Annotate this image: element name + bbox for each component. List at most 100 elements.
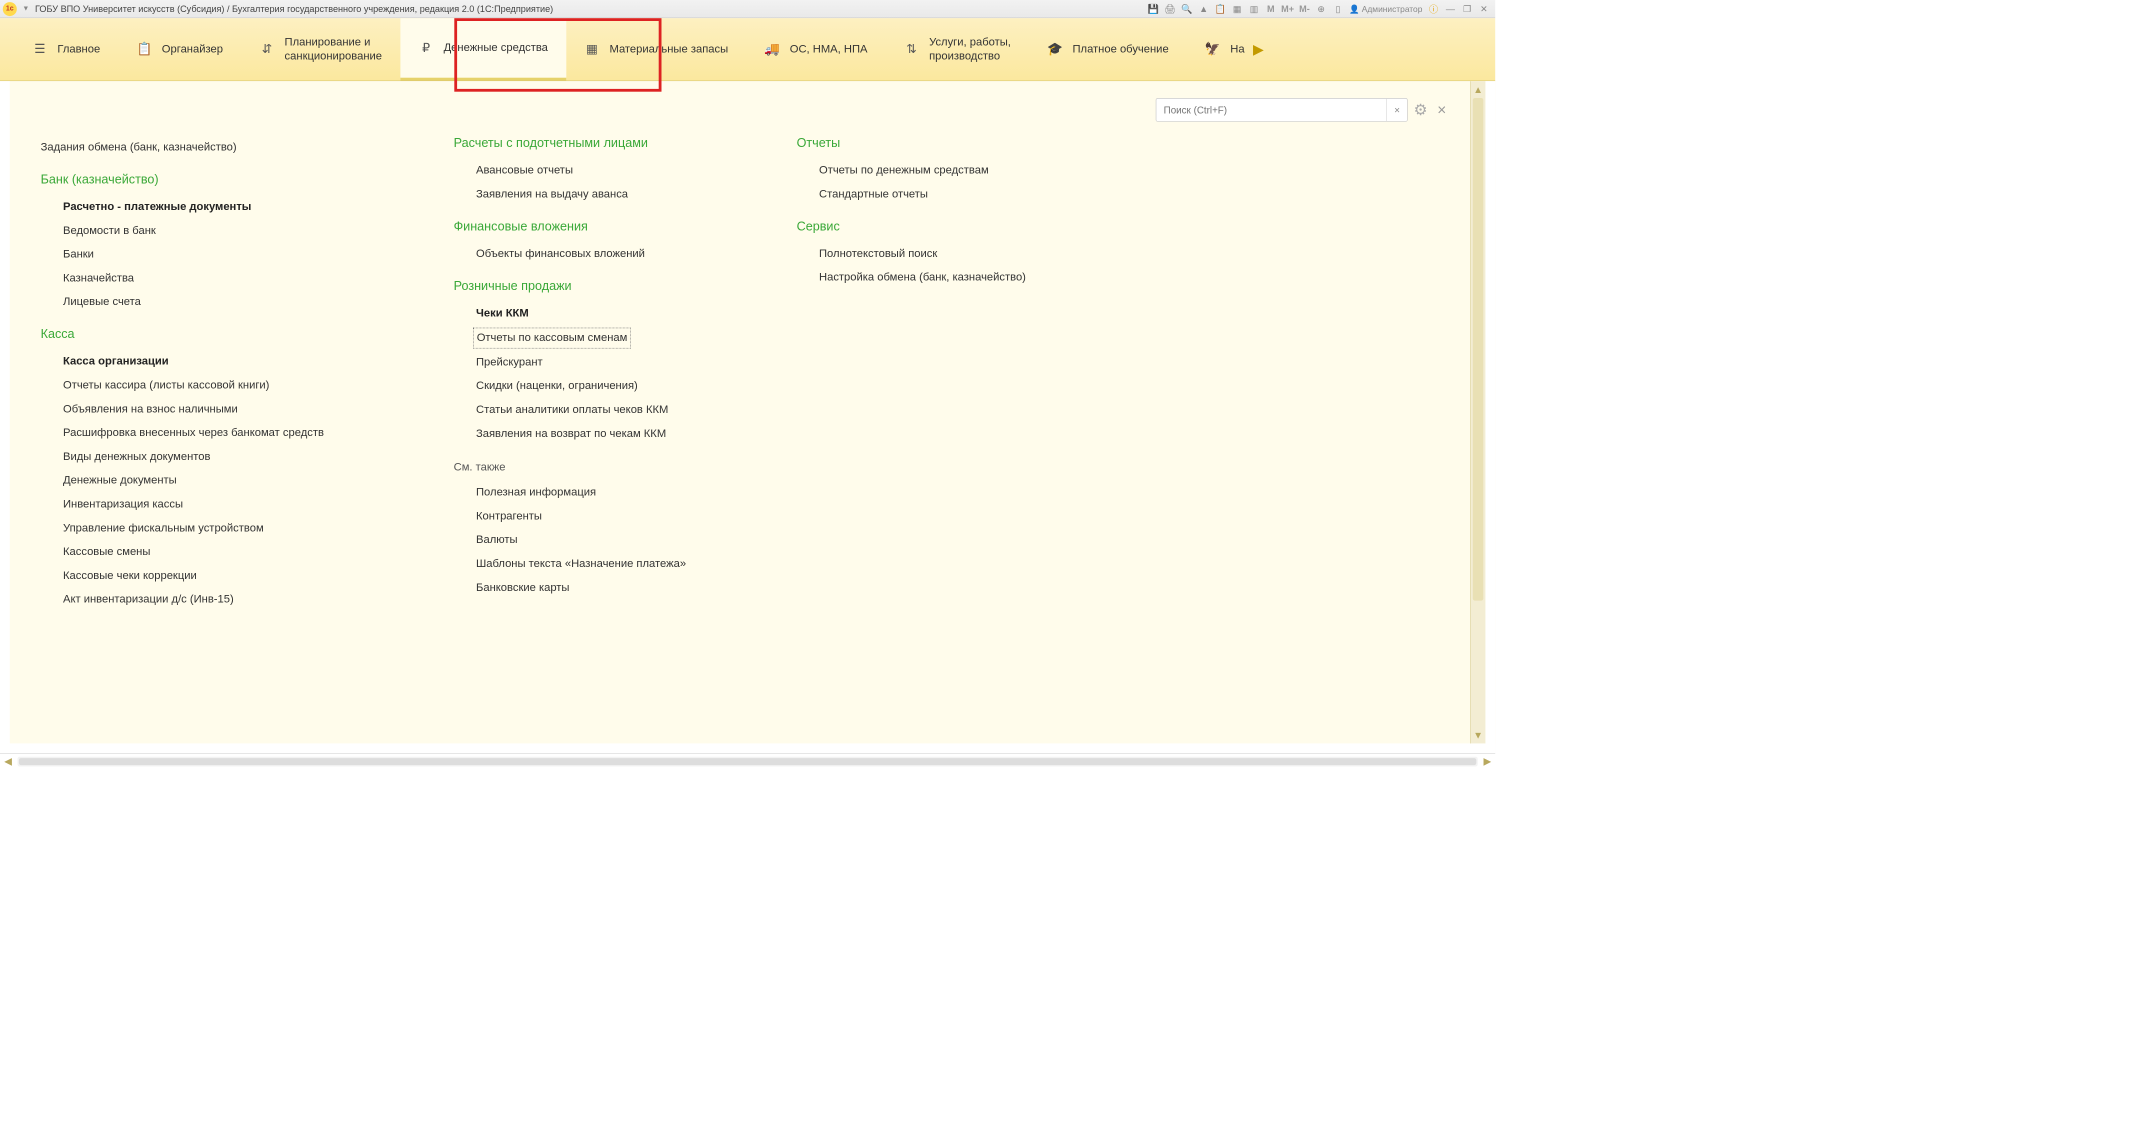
scroll-track[interactable] (1471, 98, 1486, 727)
link-fulltext-search[interactable]: Полнотекстовый поиск (797, 242, 1119, 266)
group-investments[interactable]: Финансовые вложения (454, 219, 776, 234)
nav-label: Главное (57, 42, 100, 56)
link-return-requests[interactable]: Заявления на возврат по чекам ККМ (454, 422, 776, 446)
link-pricelist[interactable]: Прейскурант (454, 351, 776, 375)
link-org-cash[interactable]: Касса организации (41, 350, 433, 374)
link-cashier-reports[interactable]: Отчеты кассира (листы кассовой книги) (41, 374, 433, 398)
horizontal-scrollbar[interactable]: ◀ ▶ (0, 753, 1495, 768)
nav-money[interactable]: ₽ Денежные средства (400, 18, 566, 80)
nav-organizer[interactable]: 📋 Органайзер (118, 18, 241, 80)
work-area: × ⚙ × Задания обмена (банк, казначейство… (0, 81, 1495, 753)
search-input[interactable] (1157, 104, 1387, 115)
link-currencies[interactable]: Валюты (454, 529, 776, 553)
link-standard-reports[interactable]: Стандартные отчеты (797, 183, 1119, 207)
scroll-left-icon[interactable]: ◀ (0, 755, 16, 767)
link-advance-request[interactable]: Заявления на выдачу аванса (454, 183, 776, 207)
link-cash-inventory[interactable]: Инвентаризация кассы (41, 493, 433, 517)
link-useful-info[interactable]: Полезная информация (454, 481, 776, 505)
link-cash-shifts[interactable]: Кассовые смены (41, 540, 433, 564)
link-shift-reports[interactable]: Отчеты по кассовым сменам (473, 328, 631, 349)
link-bank-statements[interactable]: Ведомости в банк (41, 219, 433, 243)
scroll-up-icon[interactable]: ▲ (1473, 81, 1483, 98)
panel-icon[interactable]: ▯ (1330, 1, 1345, 16)
grid-icon: ▦ (584, 42, 599, 57)
group-advance[interactable]: Расчеты с подотчетными лицами (454, 136, 776, 151)
emblem-icon: 🦅 (1205, 42, 1220, 57)
close-panel-icon[interactable]: × (1437, 101, 1446, 119)
nav-main[interactable]: ☰ Главное (14, 18, 118, 80)
link-exchange-settings[interactable]: Настройка обмена (банк, казначейство) (797, 266, 1119, 290)
user-indicator[interactable]: 👤Администратор (1349, 4, 1422, 14)
nav-planning[interactable]: ⇵ Планирование и санкционирование (241, 18, 400, 80)
link-accounts[interactable]: Лицевые счета (41, 291, 433, 315)
hscroll-thumb[interactable] (19, 758, 1477, 765)
system-menu-dropdown-icon[interactable]: ▼ (21, 4, 31, 14)
link-investment-objects[interactable]: Объекты финансовых вложений (454, 242, 776, 266)
nav-assets[interactable]: 🚚 ОС, НМА, НПА (746, 18, 885, 80)
link-cash-deposit-declaration[interactable]: Объявления на взнос наличными (41, 398, 433, 422)
nav-scroll-right[interactable]: ▶ (1247, 18, 1269, 80)
nav-label: На (1230, 42, 1244, 56)
link-discounts[interactable]: Скидки (наценки, ограничения) (454, 375, 776, 399)
hscroll-track[interactable] (17, 756, 1478, 766)
link-fiscal-device[interactable]: Управление фискальным устройством (41, 517, 433, 541)
nav-materials[interactable]: ▦ Материальные запасы (566, 18, 746, 80)
nav-more[interactable]: 🦅 На (1187, 18, 1248, 80)
scroll-down-icon[interactable]: ▼ (1473, 727, 1483, 744)
zoom-in-icon[interactable]: ⊕ (1314, 1, 1329, 16)
link-atm-deposits[interactable]: Расшифровка внесенных через банкомат сре… (41, 421, 433, 445)
help-icon[interactable]: ⓘ (1426, 1, 1441, 16)
preview-icon[interactable]: 🔍 (1179, 1, 1194, 16)
memory-m-icon[interactable]: M (1263, 1, 1278, 16)
nav-education[interactable]: 🎓 Платное обучение (1029, 18, 1187, 80)
link-banks[interactable]: Банки (41, 243, 433, 267)
link-kkm-receipts[interactable]: Чеки ККМ (454, 302, 776, 326)
window-maximize-icon[interactable]: ❐ (1460, 1, 1475, 16)
group-reports[interactable]: Отчеты (797, 136, 1119, 151)
nav-label: Услуги, работы, производство (929, 35, 1011, 63)
nav-label: Органайзер (162, 42, 223, 56)
window-close-icon[interactable]: ✕ (1476, 1, 1491, 16)
nav-label: Материальные запасы (609, 42, 728, 56)
vertical-scrollbar[interactable]: ▲ ▼ (1470, 81, 1485, 743)
group-cash[interactable]: Касса (41, 327, 433, 342)
window-title: ГОБУ ВПО Университет искусств (Субсидия)… (35, 4, 553, 15)
link-correction-receipts[interactable]: Кассовые чеки коррекции (41, 564, 433, 588)
save-icon[interactable]: 💾 (1146, 1, 1161, 16)
gear-icon[interactable]: ⚙ (1414, 101, 1428, 119)
link-money-reports[interactable]: Отчеты по денежным средствам (797, 159, 1119, 183)
group-service[interactable]: Сервис (797, 219, 1119, 234)
group-retail[interactable]: Розничные продажи (454, 279, 776, 294)
nav-label: Планирование и санкционирование (285, 35, 382, 63)
nav-label: ОС, НМА, НПА (790, 42, 868, 56)
title-bar: 1c ▼ ГОБУ ВПО Университет искусств (Субс… (0, 0, 1495, 18)
calendar-icon[interactable]: ▦ (1230, 1, 1245, 16)
search-clear-button[interactable]: × (1386, 99, 1407, 121)
link-inv15[interactable]: Акт инвентаризации д/с (Инв-15) (41, 588, 433, 612)
link-payment-templates[interactable]: Шаблоны текста «Назначение платежа» (454, 552, 776, 576)
scroll-right-icon[interactable]: ▶ (1479, 755, 1495, 767)
compare-icon[interactable]: ▲ (1196, 1, 1211, 16)
group-bank[interactable]: Банк (казначейство) (41, 172, 433, 187)
column-1: Задания обмена (банк, казначейство) Банк… (41, 136, 433, 612)
link-payment-docs[interactable]: Расчетно - платежные документы (41, 195, 433, 219)
link-receipt-analytics[interactable]: Статьи аналитики оплаты чеков ККМ (454, 398, 776, 422)
print-icon[interactable]: 🖨 (1162, 1, 1177, 16)
scroll-thumb[interactable] (1473, 98, 1484, 601)
link-advance-reports[interactable]: Авансовые отчеты (454, 159, 776, 183)
memory-plus-icon[interactable]: M+ (1280, 1, 1295, 16)
app-logo-icon: 1c (3, 2, 17, 16)
window-minimize-icon[interactable]: — (1443, 1, 1458, 16)
memory-minus-icon[interactable]: M- (1297, 1, 1312, 16)
nav-services[interactable]: ⇅ Услуги, работы, производство (886, 18, 1029, 80)
link-bank-cards[interactable]: Банковские карты (454, 576, 776, 600)
calculator-icon[interactable]: ▥ (1246, 1, 1261, 16)
link-exchange-tasks[interactable]: Задания обмена (банк, казначейство) (41, 136, 433, 160)
columns: Задания обмена (банк, казначейство) Банк… (41, 136, 1447, 612)
link-counterparties[interactable]: Контрагенты (454, 505, 776, 529)
link-money-doc-types[interactable]: Виды денежных документов (41, 445, 433, 469)
column-2: Расчеты с подотчетными лицами Авансовые … (454, 136, 776, 612)
link-treasuries[interactable]: Казначейства (41, 267, 433, 291)
link-money-docs[interactable]: Денежные документы (41, 469, 433, 493)
copy-icon[interactable]: 📋 (1213, 1, 1228, 16)
